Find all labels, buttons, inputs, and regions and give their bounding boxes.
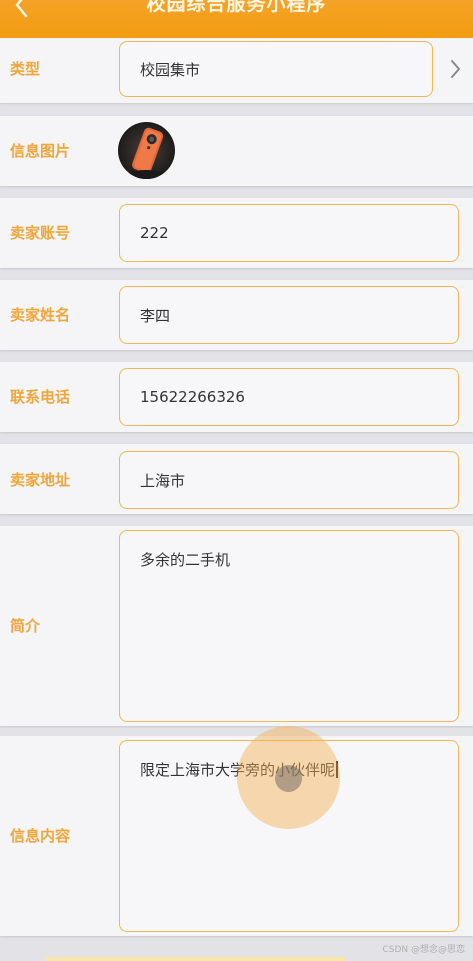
phone-input[interactable]: 15622266326 — [119, 368, 459, 426]
form-row-intro: 简介 多余的二手机 — [0, 526, 473, 726]
form-row-address: 卖家地址 上海市 — [0, 444, 473, 514]
watermark: CSDN @想念@思恋 — [382, 945, 465, 955]
form-row-phone: 联系电话 15622266326 — [0, 362, 473, 432]
content-value: 限定上海市大学旁的小伙伴呢 — [140, 761, 336, 779]
form-row-seller-account: 卖家账号 222 — [0, 198, 473, 268]
form-row-type: 类型 校园集市 — [0, 38, 473, 103]
header-bar: 校园综合服务小程序 — [0, 0, 473, 38]
seller-name-value: 李四 — [140, 306, 171, 325]
intro-value: 多余的二手机 — [140, 551, 231, 569]
type-label: 类型 — [10, 60, 41, 78]
type-value: 校园集市 — [140, 60, 201, 79]
seller-account-input[interactable]: 222 — [119, 204, 459, 262]
seller-name-input[interactable]: 李四 — [119, 286, 459, 344]
seller-name-label: 卖家姓名 — [10, 306, 71, 324]
type-select[interactable]: 校园集市 — [119, 41, 433, 97]
address-input[interactable]: 上海市 — [119, 451, 459, 509]
seller-account-label: 卖家账号 — [10, 224, 71, 242]
content-textarea[interactable]: 限定上海市大学旁的小伙伴呢 — [119, 740, 459, 932]
page: 校园综合服务小程序 类型 校园集市 信息图片 卖家账号 222 卖家姓名 李四 … — [0, 0, 473, 961]
chevron-right-icon[interactable] — [447, 58, 463, 80]
image-label: 信息图片 — [10, 142, 71, 160]
footer-strip — [45, 957, 345, 961]
phone-photo-icon — [118, 122, 175, 179]
info-image-thumbnail[interactable] — [118, 122, 175, 179]
page-title: 校园综合服务小程序 — [146, 0, 327, 15]
intro-label: 简介 — [10, 617, 41, 635]
form-row-image: 信息图片 — [0, 116, 473, 186]
address-label: 卖家地址 — [10, 471, 71, 489]
text-cursor — [336, 761, 338, 778]
phone-value: 15622266326 — [140, 388, 245, 406]
content-label: 信息内容 — [10, 827, 71, 845]
intro-textarea[interactable]: 多余的二手机 — [119, 530, 459, 722]
form-row-content: 信息内容 限定上海市大学旁的小伙伴呢 — [0, 736, 473, 936]
form-row-seller-name: 卖家姓名 李四 — [0, 280, 473, 350]
address-value: 上海市 — [140, 471, 186, 490]
seller-account-value: 222 — [140, 224, 169, 242]
content-value-wrap: 限定上海市大学旁的小伙伴呢 — [140, 759, 338, 781]
phone-label: 联系电话 — [10, 388, 71, 406]
